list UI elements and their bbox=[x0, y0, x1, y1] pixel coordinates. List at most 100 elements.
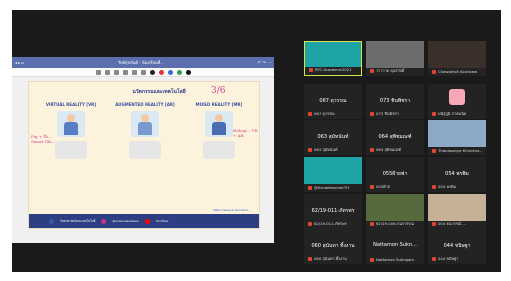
muted-mic-icon bbox=[308, 257, 312, 261]
participant-name-text: ฺRTC.Academic2021 bbox=[315, 67, 352, 72]
participant-name-text: @tishaeteacherTH bbox=[314, 185, 350, 190]
participant-name: @tishaeteacherTH bbox=[308, 185, 349, 190]
slide-footer: วิทยาศาสตร์และเทคโนโลยี @sciencesukesun … bbox=[29, 214, 259, 228]
muted-mic-icon bbox=[370, 222, 374, 226]
participant-tile[interactable]: 004 ธนากรณ์ ... bbox=[428, 194, 486, 229]
mr-illustration bbox=[205, 111, 233, 137]
participant-name-text: Nattamon Sukngam bbox=[376, 257, 414, 262]
footer-text: @sciencesukesun bbox=[112, 219, 139, 223]
handwritten-note-top-right: 3/6 bbox=[211, 86, 226, 96]
participant-tile[interactable]: 044 ขนิษฐา 044 ขนิษฐา bbox=[428, 229, 486, 264]
participant-display-name: 62/19-011-ภัทรพร bbox=[311, 208, 355, 214]
participant-name-text: 073 ชินพิชรา bbox=[376, 111, 399, 116]
footer-text: วิทยาศาสตร์และเทคโนโลยี bbox=[60, 218, 96, 223]
participant-display-name: 054 พรพิม bbox=[445, 171, 469, 177]
participant-name-text: 060 สุนันทา ทิ้งงาน bbox=[314, 256, 347, 261]
muted-mic-icon bbox=[432, 222, 436, 226]
participant-logo bbox=[305, 42, 361, 67]
pen-tool-icon[interactable] bbox=[131, 69, 137, 75]
participant-name-text: Thanapanya Khinchai... bbox=[438, 148, 483, 153]
color-swatch[interactable] bbox=[176, 69, 182, 75]
youtube-icon bbox=[144, 218, 150, 224]
participant-display-name: 063 สุมัทนันท์ bbox=[317, 134, 349, 140]
participant-display-name: 055ฝ้ายฟา bbox=[382, 171, 408, 177]
share-app-title: วิทย์สุขสันต์ - ห้องเรียนที่... bbox=[117, 60, 165, 65]
participant-name-text: 055ฝ้าย bbox=[376, 184, 390, 189]
pen-tool-icon[interactable] bbox=[122, 69, 128, 75]
participant-tile[interactable]: 62/19-009-กนกวรรณ bbox=[366, 194, 424, 229]
participant-tile[interactable]: วาววาด ดุลสวัสดิ์ bbox=[366, 41, 424, 76]
participant-tile[interactable]: 055ฝ้ายฟา 055ฝ้าย bbox=[366, 157, 424, 192]
participant-name-text: 62/19-011-ภัทรพร bbox=[314, 221, 347, 226]
participant-name: 063 สุมัทนันท์ bbox=[308, 147, 337, 153]
muted-mic-icon bbox=[432, 112, 436, 116]
column-mr: MIXED REALITY [MR] bbox=[189, 102, 249, 188]
muted-mic-icon bbox=[308, 148, 312, 152]
participant-tile[interactable]: Nattamon Sukn... Nattamon Sukngam bbox=[366, 229, 424, 264]
footer-text: YouTube bbox=[155, 219, 169, 223]
meeting-window: ◂ ▸ ⌂ วิทย์สุขสันต์ - ห้องเรียนที่... ↶ … bbox=[12, 10, 501, 272]
participant-name: 62/19-009-กนกวรรณ bbox=[370, 221, 414, 227]
ar-device-illustration bbox=[129, 141, 161, 159]
participant-name: วาววาด ดุลสวัสดิ์ bbox=[370, 68, 404, 74]
color-swatch[interactable] bbox=[167, 69, 173, 75]
muted-mic-icon bbox=[308, 222, 312, 226]
participant-tile[interactable]: 064 สุพิชมณฑ์ 064 สุพิชมณฑ์ bbox=[366, 120, 424, 155]
participant-tile[interactable]: Chawphisit Kounkaw bbox=[428, 41, 486, 76]
participant-display-name: 067 ดุวรรณ bbox=[319, 98, 347, 104]
muted-mic-icon bbox=[370, 185, 374, 189]
app-menu-icon[interactable]: ◂ ▸ ⌂ bbox=[15, 60, 24, 65]
participant-name-text: 067 ดุวรรณ bbox=[314, 111, 335, 116]
participant-name: 060 สุนันทา ทิ้งงาน bbox=[308, 256, 347, 262]
participant-display-name: 044 ขนิษฐา bbox=[443, 243, 471, 249]
participant-name: 054 พรพิม bbox=[432, 184, 456, 190]
color-swatch[interactable] bbox=[158, 69, 164, 75]
participant-name-text: 004 ธนากรณ์ ... bbox=[438, 221, 467, 226]
participant-video bbox=[366, 41, 424, 68]
participant-tile[interactable]: ฺRTC.Academic2021 bbox=[304, 41, 362, 76]
avatar bbox=[449, 89, 465, 105]
participant-tile[interactable]: พนิสุภูมิ ภาคพนิด bbox=[428, 84, 486, 119]
pen-tool-icon[interactable] bbox=[104, 69, 110, 75]
muted-mic-icon bbox=[432, 69, 436, 74]
participant-tile[interactable]: @tishaeteacherTH bbox=[304, 157, 362, 192]
pen-tool-icon[interactable] bbox=[113, 69, 119, 75]
participant-tile[interactable]: 060 สุนันทา ทิ้งงาน 060 สุนันทา ทิ้งงาน bbox=[304, 229, 362, 264]
color-swatch[interactable] bbox=[149, 69, 155, 75]
participant-name: 064 สุพิชมณฑ์ bbox=[370, 147, 401, 153]
muted-mic-icon bbox=[432, 185, 436, 189]
participant-tile[interactable]: 054 พรพิม 054 พรพิม bbox=[428, 157, 486, 192]
participant-name-text: Chawphisit Kounkaw bbox=[438, 69, 478, 74]
participant-tile[interactable]: 067 ดุวรรณ 067 ดุวรรณ bbox=[304, 84, 362, 119]
column-title: AUGMENTED REALITY [AR] bbox=[115, 102, 175, 107]
muted-mic-icon bbox=[432, 148, 436, 153]
participant-name: Thanapanya Khinchai... bbox=[432, 148, 483, 153]
slide-page: นวัตกรรมและเทคโนโลยี 3/6 VIRTUAL REALITY… bbox=[28, 81, 260, 229]
facebook-icon bbox=[49, 218, 54, 224]
handwritten-note-right: Hologr... VR + AR bbox=[233, 128, 258, 138]
participant-tile[interactable]: 063 สุมัทนันท์ 063 สุมัทนันท์ bbox=[304, 120, 362, 155]
slide-link[interactable]: https://www.sciencesuk... bbox=[213, 208, 251, 212]
participant-display-name: 060 สุนันทา ทิ้งงาน bbox=[311, 243, 355, 249]
muted-mic-icon bbox=[432, 257, 436, 261]
participant-name: Chawphisit Kounkaw bbox=[432, 69, 477, 74]
participant-name-text: 044 ขนิษฐา bbox=[438, 256, 459, 261]
muted-mic-icon bbox=[370, 112, 374, 116]
color-swatch[interactable] bbox=[185, 69, 191, 75]
shared-screen[interactable]: ◂ ▸ ⌂ วิทย์สุขสันต์ - ห้องเรียนที่... ↶ … bbox=[12, 57, 274, 243]
pen-tool-icon[interactable] bbox=[95, 69, 101, 75]
participant-tile[interactable]: 073 ชินพิชรา 073 ชินพิชรา bbox=[366, 84, 424, 119]
column-ar: AUGMENTED REALITY [AR] bbox=[115, 102, 175, 188]
participant-tile[interactable]: Thanapanya Khinchai... bbox=[428, 120, 486, 155]
participant-name: พนิสุภูมิ ภาคพนิด bbox=[432, 111, 466, 117]
participant-video bbox=[366, 194, 424, 221]
column-title: MIXED REALITY [MR] bbox=[195, 102, 243, 107]
share-controls-icon[interactable]: ↶ ↷ ⋯ bbox=[258, 60, 271, 65]
participant-name: Nattamon Sukngam bbox=[370, 257, 414, 262]
participant-tile[interactable]: 62/19-011-ภัทรพร 62/19-011-ภัทรพร bbox=[304, 194, 362, 229]
participant-display-name: 073 ชินพิชรา bbox=[379, 98, 411, 104]
ar-illustration bbox=[131, 111, 159, 137]
page-title: นวัตกรรมและเทคโนโลยี bbox=[132, 89, 186, 95]
pen-tool-icon[interactable] bbox=[140, 69, 146, 75]
participant-name: 073 ชินพิชรา bbox=[370, 111, 399, 117]
